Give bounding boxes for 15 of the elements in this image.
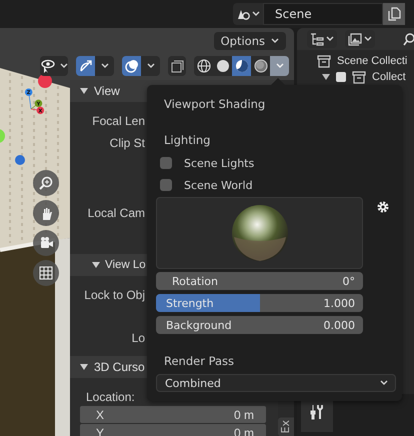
- section-label: Render Pass: [163, 353, 236, 370]
- slider-value: 1.000: [324, 296, 355, 310]
- property-label: Focal Len: [91, 114, 145, 128]
- checkbox-label: Scene Lights: [184, 156, 254, 170]
- slider-label: Background: [166, 318, 232, 332]
- property-label: Lo: [130, 331, 145, 345]
- property-label: Location:: [85, 389, 136, 406]
- property-label: Local Cam: [86, 206, 145, 220]
- section-label: Lighting: [163, 132, 212, 149]
- property-label: Clip St: [108, 136, 145, 150]
- property-label: Lock to Obj: [83, 288, 145, 302]
- slider-label: Strength: [166, 296, 214, 310]
- checkbox-label: Scene World: [184, 178, 253, 192]
- slider-value: 0.000: [324, 318, 355, 332]
- popover-title: Viewport Shading: [163, 96, 266, 113]
